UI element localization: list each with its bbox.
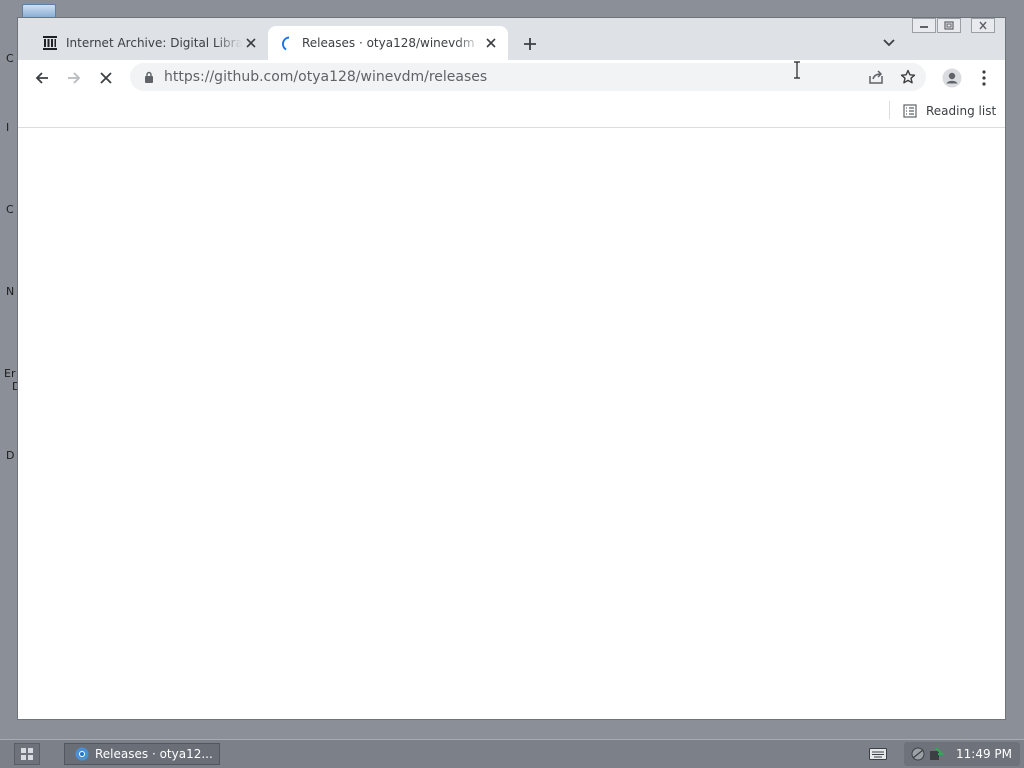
taskbar: Releases · otya12... 11:49 PM — [0, 739, 1024, 768]
more-vert-icon — [982, 70, 986, 86]
close-icon — [486, 38, 496, 48]
browser-window: Internet Archive: Digital Library Releas… — [17, 17, 1006, 720]
system-tray: 11:49 PM — [904, 742, 1020, 766]
browser-toolbar: https://github.com/otya128/winevdm/relea… — [18, 60, 1005, 96]
chrome-icon — [75, 747, 89, 761]
desktop-icon-label[interactable]: D — [6, 449, 14, 462]
loading-spinner-icon — [278, 35, 294, 51]
new-tab-button[interactable] — [518, 32, 542, 56]
back-button[interactable] — [30, 66, 54, 90]
plus-icon — [524, 38, 536, 50]
network-icon[interactable] — [910, 746, 926, 762]
profile-button[interactable] — [940, 66, 964, 90]
forward-arrow-icon — [68, 72, 81, 84]
tab-title: Releases · otya128/winevdm · G — [302, 36, 482, 50]
restore-button[interactable] — [937, 18, 961, 33]
lock-icon[interactable] — [142, 71, 156, 83]
tab-close-button[interactable] — [482, 34, 500, 52]
minimize-button[interactable] — [912, 18, 936, 33]
stop-loading-button[interactable] — [94, 66, 118, 90]
reading-list-icon — [902, 103, 918, 119]
address-bar-actions — [866, 63, 918, 91]
browser-menu-button[interactable] — [974, 66, 994, 90]
share-icon[interactable] — [866, 67, 886, 87]
tab-internet-archive[interactable]: Internet Archive: Digital Library — [32, 26, 268, 60]
start-button[interactable] — [14, 743, 40, 765]
desktop-icon-label[interactable]: Er — [4, 367, 15, 380]
desktop-icon-label[interactable]: C — [6, 203, 14, 216]
close-icon — [979, 21, 987, 30]
bookmarks-bar: Reading list — [18, 96, 1005, 128]
close-window-button[interactable] — [971, 18, 995, 33]
grid-icon — [21, 748, 33, 760]
clock[interactable]: 11:49 PM — [956, 747, 1012, 761]
avatar-icon — [942, 68, 962, 88]
page-content[interactable] — [18, 128, 1005, 719]
tab-title: Internet Archive: Digital Library — [66, 36, 242, 50]
reading-list-button[interactable]: Reading list — [902, 101, 996, 121]
tab-search-button[interactable] — [878, 32, 900, 54]
tab-releases[interactable]: Releases · otya128/winevdm · G — [268, 26, 508, 60]
tab-close-button[interactable] — [242, 34, 260, 52]
tab-strip: Internet Archive: Digital Library Releas… — [18, 18, 1005, 60]
minimize-icon — [920, 25, 928, 28]
desktop-icon-label[interactable]: I — [6, 121, 9, 134]
divider — [889, 101, 890, 119]
stop-icon — [100, 72, 112, 84]
reading-list-label: Reading list — [926, 104, 997, 118]
text-cursor-icon — [794, 61, 800, 79]
keyboard-icon[interactable] — [868, 746, 888, 762]
desktop-icon-label[interactable]: C — [6, 52, 14, 65]
close-icon — [246, 38, 256, 48]
taskbar-item-label: Releases · otya12... — [95, 747, 213, 761]
desktop-icon-label[interactable]: N — [6, 285, 14, 298]
forward-button[interactable] — [62, 66, 86, 90]
chevron-down-icon — [883, 39, 895, 47]
restore-icon — [944, 21, 954, 30]
url-text[interactable]: https://github.com/otya128/winevdm/relea… — [164, 69, 487, 85]
archive-icon — [42, 35, 58, 51]
taskbar-item-browser[interactable]: Releases · otya12... — [64, 743, 220, 765]
address-bar[interactable]: https://github.com/otya128/winevdm/relea… — [130, 63, 926, 91]
status-icon[interactable] — [928, 746, 944, 762]
back-arrow-icon — [35, 72, 48, 84]
bookmark-star-icon[interactable] — [898, 67, 918, 87]
